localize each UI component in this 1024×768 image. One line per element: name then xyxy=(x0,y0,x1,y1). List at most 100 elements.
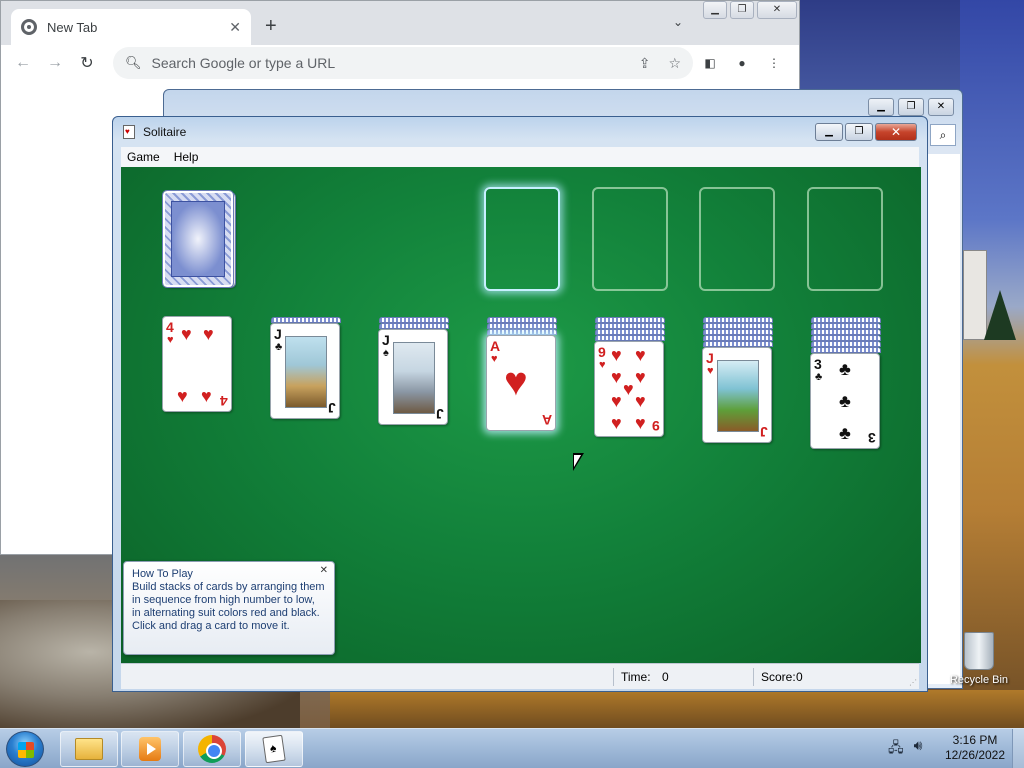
tab-title: New Tab xyxy=(47,19,98,35)
tableau-card-6[interactable]: J ♥ J xyxy=(702,347,772,443)
card-rank: A xyxy=(490,338,501,354)
tableau-card-3[interactable]: J ♠ J xyxy=(378,329,448,425)
tip-title: How To Play xyxy=(132,568,193,580)
tableau-card-7[interactable]: 3 ♣ ♣ ♣ ♣ 3 xyxy=(810,353,880,449)
tableau-card-4[interactable]: A ♥ ♥ A xyxy=(486,335,556,431)
heart-suit-icon: ♥ xyxy=(707,365,714,377)
card-face-art-nest xyxy=(285,336,327,408)
bookmark-star-icon[interactable]: ☆ xyxy=(668,55,681,72)
taskbar-media-player[interactable] xyxy=(121,731,179,767)
minimize-button[interactable]: ▁ xyxy=(703,1,727,19)
tableau-card-5[interactable]: 9 ♥ ♥ ♥ ♥ ♥ ♥ ♥ ♥ ♥ ♥ 9 xyxy=(594,341,664,437)
bg-maximize-button[interactable]: ❐ xyxy=(898,98,924,116)
solitaire-app-icon xyxy=(123,125,135,139)
menu-help[interactable]: Help xyxy=(174,150,199,164)
ace-heart-icon: ♥ xyxy=(504,360,528,404)
foundation-slot-1[interactable] xyxy=(484,187,560,291)
sol-maximize-button[interactable]: ❐ xyxy=(845,123,873,141)
bg-close-button[interactable]: ✕ xyxy=(928,98,954,116)
status-separator xyxy=(753,668,754,686)
card-face-art-winter xyxy=(393,342,435,414)
card-rank: 9 xyxy=(652,418,660,434)
taskbar-solitaire[interactable] xyxy=(245,731,303,767)
bg-minimize-button[interactable]: ▁ xyxy=(868,98,894,116)
tableau-card-1[interactable]: 4 ♥ ♥ ♥ ♥ ♥ 4 xyxy=(162,316,232,412)
card-rank: 9 xyxy=(598,344,606,360)
network-icon[interactable]: 🖧︎ xyxy=(888,737,904,761)
side-panel-icon[interactable]: ◧ xyxy=(698,51,722,75)
window-title: Solitaire xyxy=(143,125,187,139)
card-rank: J xyxy=(274,326,282,342)
bg-content-area xyxy=(924,154,960,684)
chrome-tab-new-tab[interactable]: New Tab ✕ xyxy=(11,9,251,45)
clock-time: 3:16 PM xyxy=(952,733,998,747)
club-suit-icon: ♣ xyxy=(275,341,283,353)
system-tray: 🖧︎ 🔊︎ xyxy=(888,737,922,761)
heart-pip-icon: ♥ xyxy=(181,324,192,344)
forward-arrow-icon[interactable]: → xyxy=(41,49,69,77)
resize-grip-icon[interactable]: ⋰ xyxy=(909,678,917,687)
score-value: 0 xyxy=(796,670,803,684)
chrome-menu-icon[interactable]: ⋮ xyxy=(762,51,786,75)
card-rank: J xyxy=(706,350,714,366)
heart-suit-icon: ♥ xyxy=(599,359,606,371)
new-tab-plus-icon[interactable]: + xyxy=(265,15,277,38)
card-rank: 3 xyxy=(868,430,876,446)
background-window-controls: ▁ ❐ ✕ xyxy=(864,98,954,116)
reload-icon[interactable]: ↻ xyxy=(73,49,101,77)
card-rank: J xyxy=(382,332,390,348)
heart-pip-icon: ♥ xyxy=(635,413,646,433)
tab-search-chevron-icon[interactable]: ⌄ xyxy=(673,15,683,29)
heart-suit-icon: ♥ xyxy=(167,334,174,346)
card-rank: 4 xyxy=(166,319,174,335)
profile-avatar-icon[interactable]: ● xyxy=(730,51,754,75)
solitaire-titlebar[interactable]: Solitaire ▁ ❐ ✕ xyxy=(113,117,927,147)
bg-search-icon[interactable]: ⌕ xyxy=(930,124,956,146)
chrome-favicon-icon xyxy=(21,19,37,35)
heart-pip-icon: ♥ xyxy=(203,324,214,344)
sol-close-button[interactable]: ✕ xyxy=(875,123,917,141)
card-rank: A xyxy=(541,412,552,428)
tip-body: Build stacks of cards by arranging them … xyxy=(132,581,325,632)
stock-pile[interactable] xyxy=(162,190,234,288)
foundation-slot-4[interactable] xyxy=(807,187,883,291)
foundation-slot-3[interactable] xyxy=(699,187,775,291)
volume-icon[interactable]: 🔊︎ xyxy=(914,737,923,761)
maximize-button[interactable]: ❐ xyxy=(730,1,754,19)
recycle-bin[interactable]: Recycle Bin xyxy=(944,632,1014,686)
search-icon: 🔍︎ xyxy=(125,55,142,70)
club-suit-icon: ♣ xyxy=(815,371,823,383)
card-rank: J xyxy=(328,400,336,416)
omnibox[interactable]: 🔍︎ Search Google or type a URL ⇪ ☆ xyxy=(113,47,693,79)
game-felt: 4 ♥ ♥ ♥ ♥ ♥ 4 J ♣ J J ♠ J A ♥ ♥ A 9 ♥ ♥ … xyxy=(121,167,921,663)
chrome-icon xyxy=(198,735,226,763)
card-face-art-spring xyxy=(717,360,759,432)
back-arrow-icon[interactable]: ← xyxy=(9,49,37,77)
heart-pip-icon: ♥ xyxy=(611,367,622,387)
score-label: Score: xyxy=(761,670,796,684)
heart-pip-icon: ♥ xyxy=(611,413,622,433)
tip-close-icon[interactable]: ✕ xyxy=(320,564,328,577)
clock[interactable]: 3:16 PM 12/26/2022 xyxy=(940,733,1010,763)
close-button[interactable]: ✕ xyxy=(757,1,797,19)
status-bar: Time: 0 Score: 0 ⋰ xyxy=(121,663,919,689)
status-separator xyxy=(613,668,614,686)
sol-minimize-button[interactable]: ▁ xyxy=(815,123,843,141)
taskbar-explorer[interactable] xyxy=(60,731,118,767)
tab-close-icon[interactable]: ✕ xyxy=(229,19,241,36)
solitaire-window-controls: ▁ ❐ ✕ xyxy=(813,123,917,141)
heart-pip-icon: ♥ xyxy=(623,379,634,399)
club-pip-icon: ♣ xyxy=(839,423,851,443)
share-icon[interactable]: ⇪ xyxy=(639,55,651,72)
time-label: Time: xyxy=(621,670,651,684)
taskbar-chrome[interactable] xyxy=(183,731,241,767)
menu-game[interactable]: Game xyxy=(127,150,160,164)
start-button[interactable] xyxy=(6,731,44,767)
media-player-icon xyxy=(139,737,161,761)
tableau-card-2[interactable]: J ♣ J xyxy=(270,323,340,419)
solitaire-icon xyxy=(262,734,286,764)
taskbar: 🖧︎ 🔊︎ 3:16 PM 12/26/2022 xyxy=(0,728,1024,768)
club-pip-icon: ♣ xyxy=(839,359,851,379)
show-desktop-button[interactable] xyxy=(1012,729,1024,768)
foundation-slot-2[interactable] xyxy=(592,187,668,291)
